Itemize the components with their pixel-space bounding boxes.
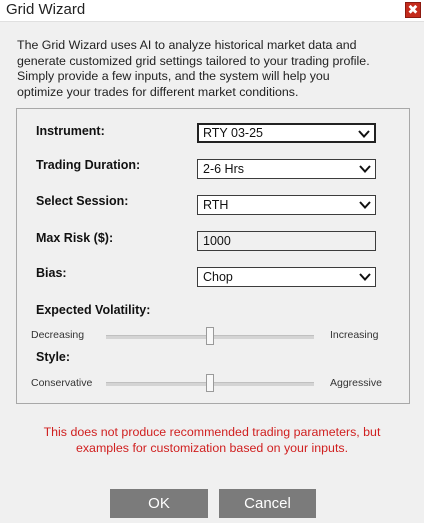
max-risk-input[interactable]: 1000 [197, 231, 376, 251]
volatility-slider-thumb[interactable] [206, 327, 214, 345]
volatility-max-label: Increasing [330, 329, 379, 341]
instrument-select[interactable]: RTY 03-25 [197, 123, 376, 143]
bias-label: Bias: [36, 266, 67, 280]
window-title: Grid Wizard [6, 1, 86, 18]
disclaimer-text: This does not produce recommended tradin… [0, 425, 424, 456]
session-value: RTH [203, 198, 229, 212]
intro-line: generate customized grid settings tailor… [17, 53, 370, 68]
volatility-min-label: Decreasing [31, 329, 85, 341]
style-slider-thumb[interactable] [206, 374, 214, 392]
duration-select[interactable]: 2-6 Hrs [197, 159, 376, 179]
instrument-value: RTY 03-25 [203, 126, 263, 140]
intro-text: The Grid Wizard uses AI to analyze histo… [17, 38, 412, 100]
style-min-label: Conservative [31, 377, 93, 389]
bias-select[interactable]: Chop [197, 267, 376, 287]
session-select[interactable]: RTH [197, 195, 376, 215]
intro-line: The Grid Wizard uses AI to analyze histo… [17, 38, 357, 52]
chevron-down-icon [358, 130, 370, 138]
volatility-label: Expected Volatility: [36, 303, 151, 317]
intro-line: optimize your trades for different marke… [17, 84, 299, 99]
chevron-down-icon [359, 273, 371, 281]
title-bar: Grid Wizard ✖ [0, 0, 424, 22]
bias-value: Chop [203, 270, 233, 284]
cancel-button[interactable]: Cancel [219, 489, 316, 518]
disclaimer-line: This does not produce recommended tradin… [43, 425, 381, 439]
grid-wizard-window: Grid Wizard ✖ The Grid Wizard uses AI to… [0, 0, 424, 523]
close-icon: ✖ [407, 3, 419, 18]
style-label: Style: [36, 350, 71, 364]
settings-panel: Instrument: RTY 03-25 Trading Duration: … [16, 108, 410, 404]
ok-button[interactable]: OK [110, 489, 208, 518]
max-risk-value: 1000 [203, 234, 231, 248]
duration-label: Trading Duration: [36, 158, 141, 172]
chevron-down-icon [359, 165, 371, 173]
disclaimer-line: examples for customization based on your… [75, 440, 349, 455]
duration-value: 2-6 Hrs [203, 162, 244, 176]
style-max-label: Aggressive [330, 377, 382, 389]
instrument-label: Instrument: [36, 124, 105, 138]
intro-line: Simply provide a few inputs, and the sys… [17, 69, 330, 83]
chevron-down-icon [359, 201, 371, 209]
session-label: Select Session: [36, 194, 129, 208]
max-risk-label: Max Risk ($): [36, 231, 114, 245]
close-button[interactable]: ✖ [405, 2, 421, 18]
